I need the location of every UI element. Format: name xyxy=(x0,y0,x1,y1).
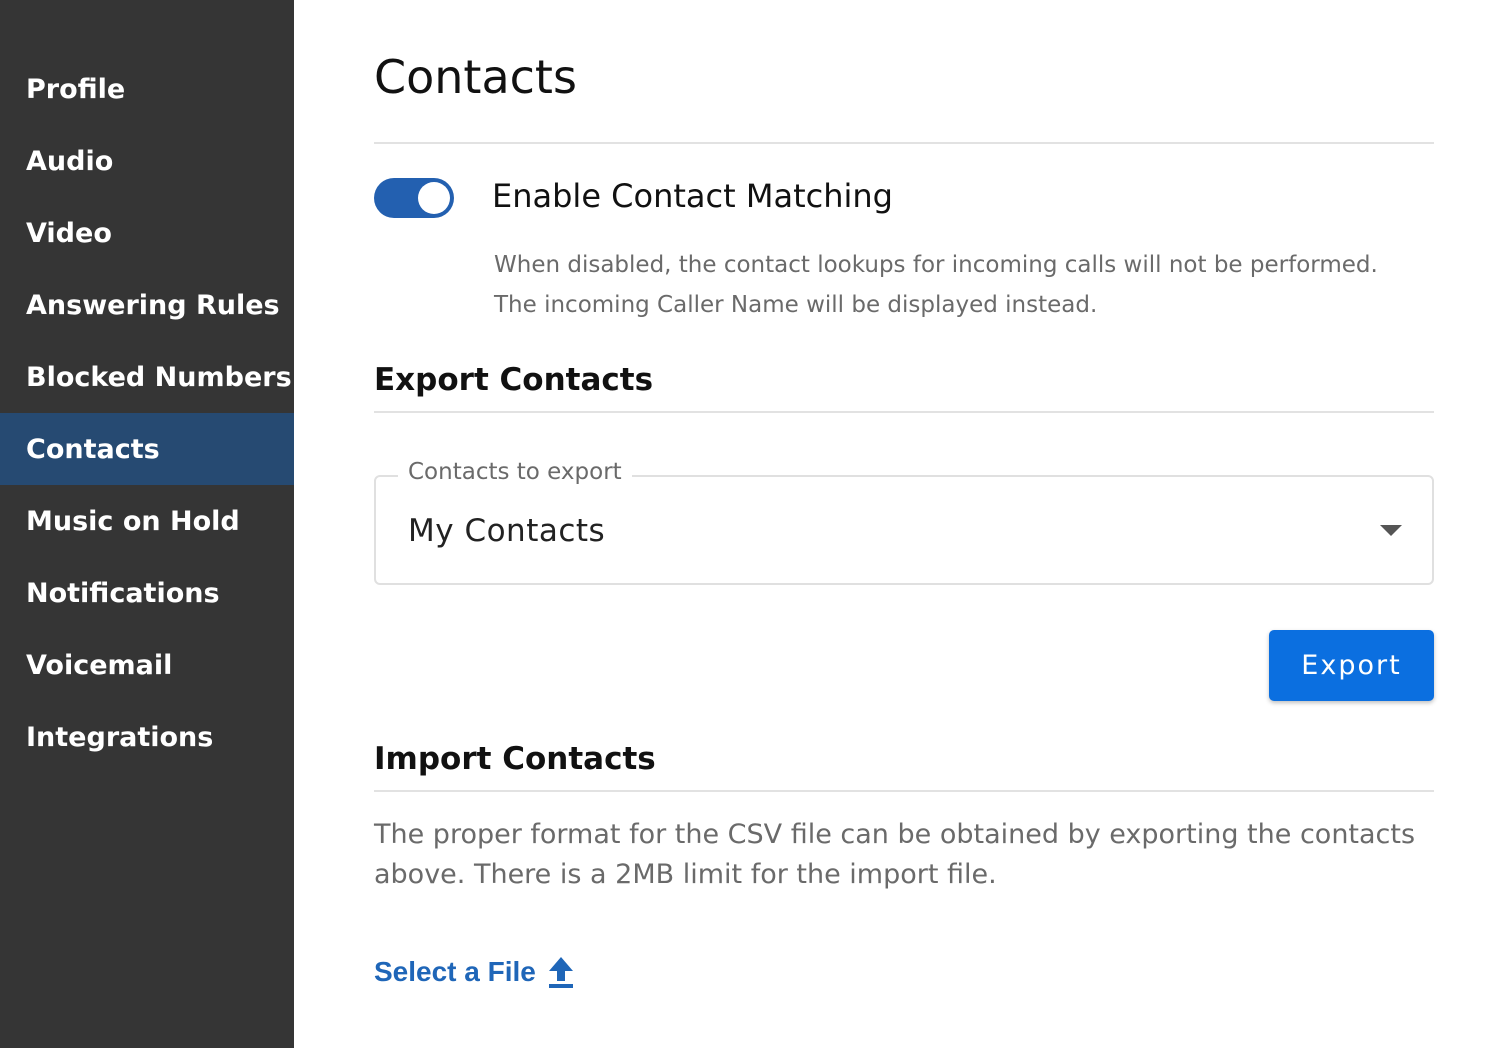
sidebar-item-blocked-numbers[interactable]: Blocked Numbers xyxy=(0,341,294,413)
sidebar-item-video[interactable]: Video xyxy=(0,197,294,269)
sidebar-item-label: Contacts xyxy=(26,433,160,465)
select-value: My Contacts xyxy=(408,513,606,549)
contact-matching-help: When disabled, the contact lookups for i… xyxy=(494,245,1434,325)
sidebar-item-integrations[interactable]: Integrations xyxy=(0,701,294,773)
caret-down-icon xyxy=(1380,525,1402,536)
export-divider xyxy=(374,411,1434,413)
export-heading: Export Contacts xyxy=(374,362,654,398)
contacts-to-export-select[interactable]: Contacts to export My Contacts xyxy=(374,459,1434,585)
export-button[interactable]: Export xyxy=(1269,630,1434,701)
contact-matching-label: Enable Contact Matching xyxy=(492,177,893,215)
sidebar-item-music-on-hold[interactable]: Music on Hold xyxy=(0,485,294,557)
sidebar-item-label: Audio xyxy=(26,145,114,177)
select-label: Contacts to export xyxy=(398,459,632,485)
import-description: The proper format for the CSV file can b… xyxy=(374,819,1416,890)
select-file-link[interactable]: Select a File xyxy=(374,955,574,989)
import-heading: Import Contacts xyxy=(374,741,656,777)
sidebar-item-notifications[interactable]: Notifications xyxy=(0,557,294,629)
page-title: Contacts xyxy=(374,50,577,104)
sidebar-item-label: Blocked Numbers xyxy=(26,361,292,393)
title-divider xyxy=(374,142,1434,144)
main-content: Contacts Enable Contact Matching When di… xyxy=(374,0,1434,1048)
sidebar-item-answering-rules[interactable]: Answering Rules xyxy=(0,269,294,341)
sidebar-item-label: Music on Hold xyxy=(26,505,240,537)
import-divider xyxy=(374,790,1434,792)
sidebar-item-contacts[interactable]: Contacts xyxy=(0,413,294,485)
select-file-label: Select a File xyxy=(374,956,536,987)
help-line-1: When disabled, the contact lookups for i… xyxy=(494,252,1378,278)
contact-matching-toggle[interactable] xyxy=(374,178,454,218)
sidebar-item-label: Video xyxy=(26,217,112,249)
sidebar-item-profile[interactable]: Profile xyxy=(0,53,294,125)
sidebar-item-label: Answering Rules xyxy=(26,289,280,321)
sidebar-item-voicemail[interactable]: Voicemail xyxy=(0,629,294,701)
sidebar-item-label: Integrations xyxy=(26,721,214,753)
upload-icon xyxy=(548,957,573,988)
sidebar-item-audio[interactable]: Audio xyxy=(0,125,294,197)
sidebar-item-label: Profile xyxy=(26,73,126,105)
help-line-2: The incoming Caller Name will be display… xyxy=(494,292,1098,318)
sidebar-item-label: Notifications xyxy=(26,577,220,609)
toggle-knob xyxy=(418,182,450,214)
sidebar-item-label: Voicemail xyxy=(26,649,173,681)
sidebar: Profile Audio Video Answering Rules Bloc… xyxy=(0,0,294,1048)
